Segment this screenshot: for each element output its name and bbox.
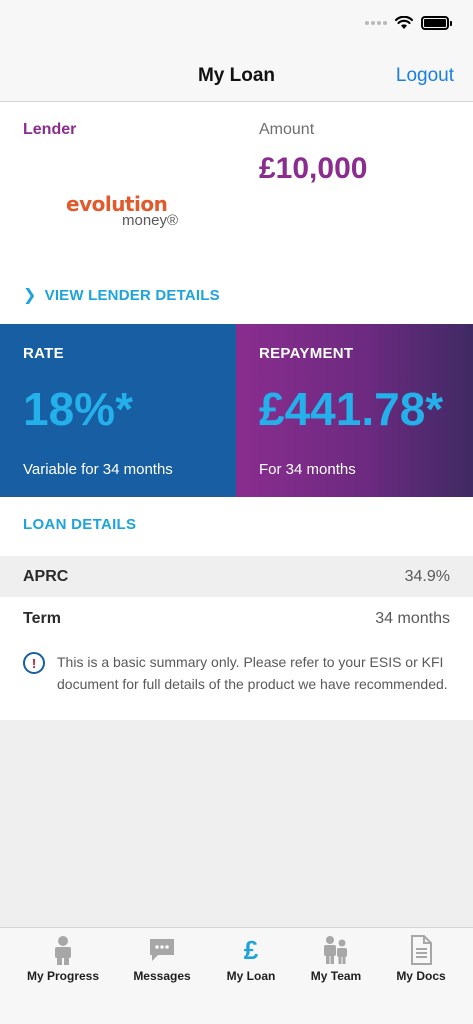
- tab-my-progress-label: My Progress: [26, 969, 100, 983]
- rate-title: RATE: [23, 345, 64, 362]
- tab-my-docs[interactable]: My Docs: [376, 934, 466, 983]
- tab-my-docs-label: My Docs: [396, 969, 446, 983]
- term-value: 34 months: [375, 609, 450, 627]
- exclamation-icon: !: [23, 652, 45, 674]
- amount-label: Amount: [259, 121, 315, 138]
- document-icon: [409, 934, 433, 966]
- repayment-title: REPAYMENT: [259, 345, 354, 362]
- navigation-bar: My Loan Logout: [0, 52, 473, 102]
- chevron-right-icon: ❯: [23, 287, 37, 304]
- lender-label: Lender: [23, 121, 77, 138]
- loan-details-title: LOAN DETAILS: [23, 516, 137, 533]
- status-bar: [0, 0, 473, 52]
- message-icon: [148, 934, 176, 966]
- summary-notice: ! This is a basic summary only. Please r…: [23, 651, 453, 695]
- tab-messages[interactable]: Messages: [117, 934, 207, 983]
- aprc-value: 34.9%: [404, 567, 450, 585]
- logout-button[interactable]: Logout: [396, 65, 454, 87]
- detail-row-aprc: APRC 34.9%: [0, 556, 473, 597]
- tab-my-loan[interactable]: £ My Loan: [206, 934, 296, 983]
- rate-panel: RATE 18%* Variable for 34 months: [0, 324, 236, 497]
- signal-icon: [365, 21, 387, 25]
- repayment-subtitle: For 34 months: [259, 461, 356, 478]
- detail-row-term: Term 34 months: [0, 598, 473, 639]
- amount-value: £10,000: [259, 152, 368, 185]
- team-icon: [322, 934, 350, 966]
- summary-notice-text: This is a basic summary only. Please ref…: [57, 654, 448, 692]
- wifi-icon: [395, 16, 413, 29]
- term-label: Term: [23, 609, 61, 627]
- repayment-value: £441.78*: [259, 383, 444, 435]
- loan-details-section: LOAN DETAILS APRC 34.9% Term 34 months !…: [0, 497, 473, 720]
- lender-section: Lender Amount £10,000 evolution money® ❯…: [0, 102, 473, 324]
- view-lender-details-link[interactable]: ❯ VIEW LENDER DETAILS: [23, 285, 220, 305]
- tab-my-progress[interactable]: My Progress: [18, 934, 108, 983]
- lender-logo: evolution money®: [66, 192, 179, 232]
- rate-subtitle: Variable for 34 months: [23, 461, 173, 478]
- lender-logo-subtext: money®: [122, 212, 179, 229]
- tab-bar: My Progress Messages £ My Loan My Team M…: [0, 927, 473, 1024]
- pound-icon: £: [243, 935, 259, 965]
- tab-my-team[interactable]: My Team: [291, 934, 381, 983]
- tab-messages-label: Messages: [133, 969, 191, 983]
- view-lender-details-label: VIEW LENDER DETAILS: [44, 286, 220, 304]
- person-icon: [52, 934, 74, 966]
- battery-icon: [421, 16, 452, 30]
- status-icons: [365, 16, 452, 30]
- tab-my-team-label: My Team: [310, 969, 362, 983]
- aprc-label: APRC: [23, 567, 69, 585]
- tab-my-loan-label: My Loan: [226, 969, 276, 983]
- rate-value: 18%*: [23, 383, 133, 435]
- repayment-panel: REPAYMENT £441.78* For 34 months: [236, 324, 473, 497]
